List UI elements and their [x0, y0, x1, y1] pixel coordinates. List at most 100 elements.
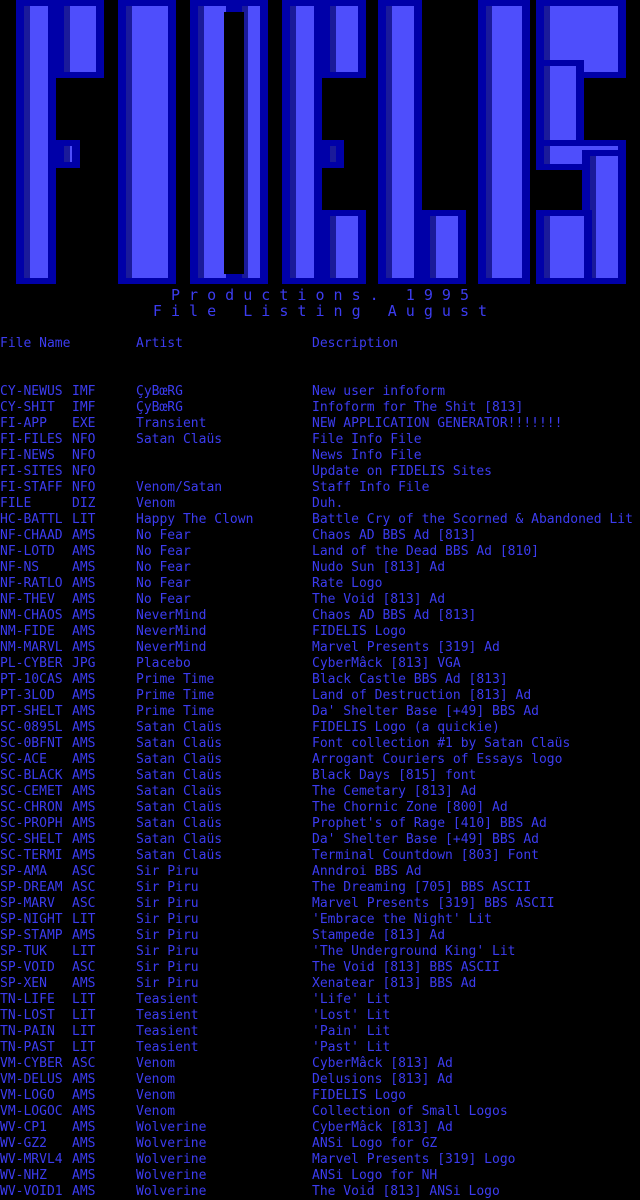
file-name: WV-CP1	[0, 1120, 47, 1135]
file-artist: NeverMind	[136, 640, 207, 655]
file-row: WV-CP1 AMS Wolverine CyberMâck [813] Ad	[0, 1120, 640, 1136]
file-name: TN-LIFE	[0, 992, 55, 1007]
file-ext: AMS	[72, 784, 96, 799]
file-ext: AMS	[72, 832, 96, 847]
file-name: FI-NEWS	[0, 448, 55, 463]
file-description: Xenatear [813] BBS Ad	[312, 976, 477, 991]
file-name: SC-BLACK	[0, 768, 63, 783]
file-name: PT-3LOD	[0, 688, 55, 703]
file-row: PL-CYBER JPG Placebo CyberMâck [813] VGA	[0, 656, 640, 672]
file-row: NF-RATLO AMS No Fear Rate Logo	[0, 576, 640, 592]
file-row: PT-3LOD AMS Prime Time Land of Destruction …	[0, 688, 640, 704]
file-name: FI-SITES	[0, 464, 63, 479]
file-row: TN-PAIN LIT Teasient 'Pain' Lit	[0, 1024, 640, 1040]
file-description: The Void [813] Ad	[312, 592, 446, 607]
file-description: Delusions [813] Ad	[312, 1072, 453, 1087]
file-artist: Venom	[136, 1056, 176, 1071]
file-name: SP-NIGHT	[0, 912, 63, 927]
file-description: FIDELIS Logo (a quickie)	[312, 720, 500, 735]
file-ext: AMS	[72, 1104, 96, 1119]
file-name: SP-DREAM	[0, 880, 63, 895]
file-name: CY-NEWUS	[0, 384, 63, 399]
file-ext: AMS	[72, 1136, 96, 1151]
file-row: PT-10CAS AMS Prime Time Black Castle BBS Ad…	[0, 672, 640, 688]
file-artist: Sir Piru	[136, 960, 199, 975]
file-description: Update on FIDELIS Sites	[312, 464, 493, 479]
file-artist: No Fear	[136, 576, 191, 591]
file-artist: Sir Piru	[136, 880, 199, 895]
file-name: HC-BATTL	[0, 512, 63, 527]
file-name: NM-CHAOS	[0, 608, 63, 623]
file-row: FI-FILES NFO Satan Claüs File Info File	[0, 432, 640, 448]
file-artist: Sir Piru	[136, 976, 199, 991]
file-description: NEW APPLICATION GENERATOR!!!!!!!	[312, 416, 563, 431]
file-artist: Happy The Clown	[136, 512, 254, 527]
file-ext: LIT	[72, 1040, 96, 1055]
file-description: Marvel Presents [319] BBS ASCII	[312, 896, 555, 911]
file-row: PT-SHELT AMS Prime Time Da' Shelter Base [+…	[0, 704, 640, 720]
file-name: SC-CEMET	[0, 784, 63, 799]
tagline-productions: P r o d u c t i o n s . 1 9 9 5	[170, 286, 469, 304]
file-name: SP-XEN	[0, 976, 47, 991]
file-name: NF-LOTD	[0, 544, 55, 559]
file-ext: AMS	[72, 592, 96, 607]
file-name: NM-MARVL	[0, 640, 63, 655]
file-row: WV-GZ2 AMS Wolverine ANSi Logo for GZ	[0, 1136, 640, 1152]
file-ext: LIT	[72, 912, 96, 927]
file-ext: LIT	[72, 1024, 96, 1039]
file-listing: File Name Artist Description CY-NEWUS IMF…	[0, 336, 640, 1200]
file-row: VM-DELUS AMS Venom Delusions [813] Ad	[0, 1072, 640, 1088]
file-description: Terminal Countdown [803] Font	[312, 848, 539, 863]
file-row: FI-STAFF NFO Venom/Satan Staff Info File	[0, 480, 640, 496]
file-row: CY-NEWUS IMF ÇyBœRG New user infoform	[0, 384, 640, 400]
file-ext: LIT	[72, 992, 96, 1007]
file-row: SC-CEMET AMS Satan Claüs The Cemetary [813]…	[0, 784, 640, 800]
file-ext: AMS	[72, 752, 96, 767]
file-ext: LIT	[72, 944, 96, 959]
file-description: FIDELIS Logo	[312, 624, 406, 639]
logo-letters	[16, 0, 626, 284]
file-artist: Wolverine	[136, 1184, 207, 1199]
file-row: VM-LOGOC AMS Venom Collection of Small Logo…	[0, 1104, 640, 1120]
file-description: 'Life' Lit	[312, 992, 391, 1007]
file-artist: No Fear	[136, 528, 191, 543]
file-artist: Teasient	[136, 1024, 199, 1039]
file-artist: No Fear	[136, 560, 191, 575]
file-description: The Chornic Zone [800] Ad	[312, 800, 508, 815]
file-description: 'Past' Lit	[312, 1040, 391, 1055]
file-row: SP-AMA ASC Sir Piru Anndroi BBS Ad	[0, 864, 640, 880]
file-ext: EXE	[72, 416, 96, 431]
file-ext: AMS	[72, 928, 96, 943]
file-description: Rate Logo	[312, 576, 383, 591]
file-description: 'Pain' Lit	[312, 1024, 391, 1039]
file-name: SC-PROPH	[0, 816, 63, 831]
file-ext: AMS	[72, 848, 96, 863]
file-name: SC-SHELT	[0, 832, 63, 847]
file-row: SP-NIGHT LIT Sir Piru 'Embrace the Night' L…	[0, 912, 640, 928]
file-artist: NeverMind	[136, 608, 207, 623]
file-row: FILE DIZ Venom Duh.	[0, 496, 640, 512]
file-description: Chaos AD BBS Ad [813]	[312, 528, 477, 543]
file-row: VM-CYBER ASC Venom CyberMâck [813] Ad	[0, 1056, 640, 1072]
file-description: Da' Shelter Base [+49] BBS Ad	[312, 704, 539, 719]
file-name: SC-TERMI	[0, 848, 63, 863]
file-name: TN-PAIN	[0, 1024, 55, 1039]
file-ext: LIT	[72, 1008, 96, 1023]
file-ext: NFO	[72, 464, 96, 479]
file-name: FI-APP	[0, 416, 47, 431]
file-ext: AMS	[72, 1072, 96, 1087]
file-name: SP-MARV	[0, 896, 55, 911]
file-artist: Teasient	[136, 1008, 199, 1023]
file-description: Arrogant Couriers of Essays logo	[312, 752, 563, 767]
file-name: FILE	[0, 496, 32, 511]
file-name: NF-THEV	[0, 592, 55, 607]
file-name: SC-0895L	[0, 720, 63, 735]
file-description: Black Days [815] font	[312, 768, 477, 783]
file-ext: AMS	[72, 544, 96, 559]
file-row: SP-XEN AMS Sir Piru Xenatear [813] BBS Ad	[0, 976, 640, 992]
file-row: FI-APP EXE Transient NEW APPLICATION GENERA…	[0, 416, 640, 432]
file-artist: Wolverine	[136, 1120, 207, 1135]
file-ext: AMS	[72, 560, 96, 575]
file-artist: Satan Claüs	[136, 848, 223, 863]
file-artist: ÇyBœRG	[136, 400, 183, 415]
